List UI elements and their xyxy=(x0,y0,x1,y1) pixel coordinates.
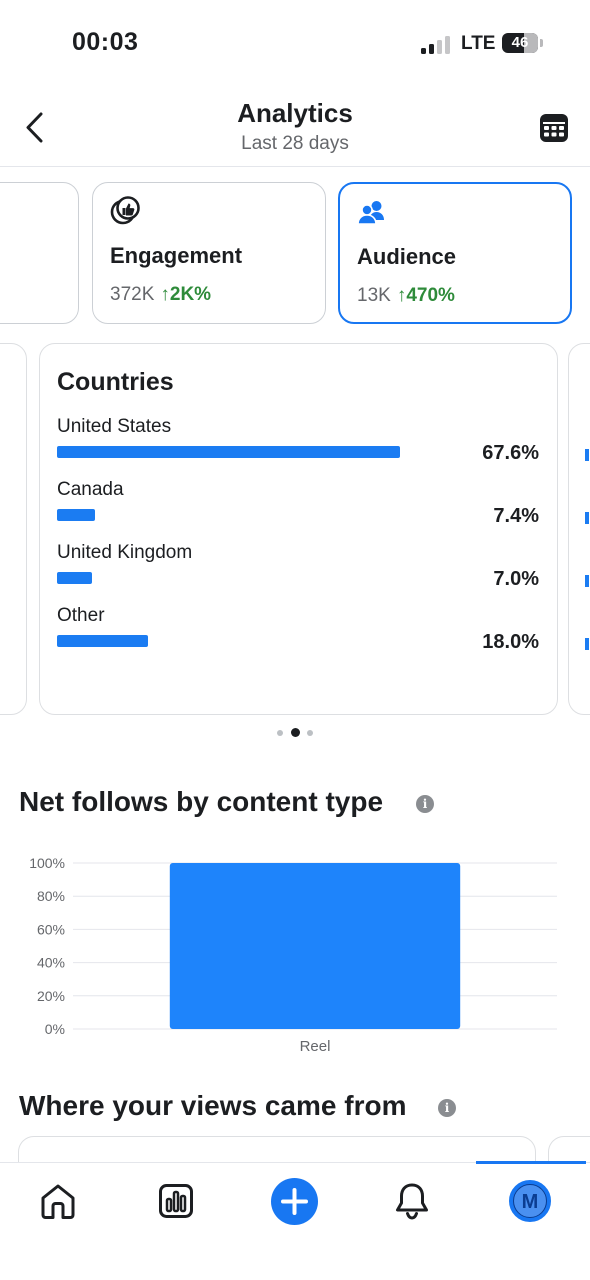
calendar-icon xyxy=(540,114,568,142)
country-name: Canada xyxy=(57,479,124,500)
country-percentage: 18.0% xyxy=(482,631,539,653)
info-icon[interactable]: i xyxy=(438,1099,456,1117)
people-icon xyxy=(357,201,384,225)
metric-value: 372K ↑2K% xyxy=(110,284,211,306)
country-row: United States 67.6% xyxy=(57,416,539,476)
audience-card-previous[interactable]: % % % % xyxy=(0,343,27,715)
country-percentage: 7.4% xyxy=(493,505,539,527)
active-tab-indicator xyxy=(476,1161,586,1164)
net-follows-chart: 0% 20% 40% 60% 80% 100% Reel xyxy=(29,855,557,1055)
country-bar xyxy=(57,509,95,521)
status-time: 00:03 xyxy=(72,28,139,56)
y-tick-label: 0% xyxy=(45,1021,65,1037)
net-follows-title: Net follows by content type xyxy=(19,786,384,817)
metric-number: 372K xyxy=(110,284,155,305)
calendar-button[interactable] xyxy=(537,111,571,145)
metric-delta: ↑470% xyxy=(396,285,455,306)
bell-icon xyxy=(396,1183,428,1220)
country-bar xyxy=(57,446,400,458)
country-name: United Kingdom xyxy=(57,542,193,563)
country-percentage: 7.0% xyxy=(493,568,539,590)
page-dot[interactable] xyxy=(277,730,283,736)
y-tick-label: 20% xyxy=(37,988,65,1004)
avatar-initial: M xyxy=(513,1184,547,1218)
home-icon xyxy=(41,1184,75,1219)
analytics-screen: 00:03 LTE 46 Analytics Last 28 days Enga… xyxy=(0,0,590,1280)
nav-create-button[interactable] xyxy=(271,1178,318,1225)
metric-value: 13K ↑470% xyxy=(357,285,455,307)
metric-card-engagement[interactable]: Engagement 372K ↑2K% xyxy=(92,182,326,324)
cellular-signal-icon xyxy=(421,34,451,54)
audience-card-next[interactable] xyxy=(568,343,590,715)
peek-bar xyxy=(585,638,589,650)
country-row: Canada 7.4% xyxy=(57,479,539,539)
page-title: Analytics xyxy=(237,98,353,128)
carousel-pagination xyxy=(0,728,590,738)
country-row: Other 18.0% xyxy=(57,605,539,665)
y-tick-label: 40% xyxy=(37,955,65,971)
plus-icon xyxy=(281,1188,308,1215)
country-name: United States xyxy=(57,416,172,437)
header-divider xyxy=(0,166,590,167)
peek-bar xyxy=(585,575,589,587)
metric-number: 13K xyxy=(357,285,391,306)
battery-level: 46 xyxy=(511,34,529,51)
y-tick-label: 100% xyxy=(29,855,65,871)
peek-bar xyxy=(585,512,589,524)
metric-card-audience[interactable]: Audience 13K ↑470% xyxy=(338,182,572,324)
x-category-label: Reel xyxy=(300,1038,331,1055)
nav-profile-avatar[interactable]: M xyxy=(509,1180,551,1222)
insights-icon xyxy=(159,1184,193,1218)
page-dot[interactable] xyxy=(307,730,313,736)
nav-insights[interactable] xyxy=(156,1180,196,1222)
peek-bar xyxy=(585,449,589,461)
battery-tip xyxy=(540,39,543,47)
country-bar xyxy=(57,635,148,647)
country-percentage: 67.6% xyxy=(482,442,539,464)
country-name: Other xyxy=(57,605,105,626)
country-row: United Kingdom 7.0% xyxy=(57,542,539,602)
countries-title: Countries xyxy=(57,368,174,396)
info-icon[interactable]: i xyxy=(416,795,434,813)
page-dot-active[interactable] xyxy=(291,728,300,737)
views-source-title: Where your views came from xyxy=(19,1090,407,1121)
battery-icon: 46 xyxy=(502,33,538,53)
nav-home[interactable] xyxy=(38,1180,78,1222)
metric-label: Engagement xyxy=(110,243,243,268)
metric-delta: ↑2K% xyxy=(160,284,212,305)
network-type: LTE xyxy=(461,33,496,54)
metric-label: Audience xyxy=(357,244,457,269)
y-tick-label: 80% xyxy=(37,888,65,904)
countries-card: Countries United States 67.6% Canada 7.4% Un… xyxy=(39,343,558,715)
nav-notifications[interactable] xyxy=(392,1180,432,1222)
bar-reel[interactable] xyxy=(169,863,461,1029)
date-range-label: Last 28 days xyxy=(241,133,349,154)
metric-card-partial[interactable] xyxy=(0,182,79,324)
country-bar xyxy=(57,572,92,584)
thumbs-up-icon xyxy=(110,196,140,225)
y-tick-label: 60% xyxy=(37,921,65,937)
